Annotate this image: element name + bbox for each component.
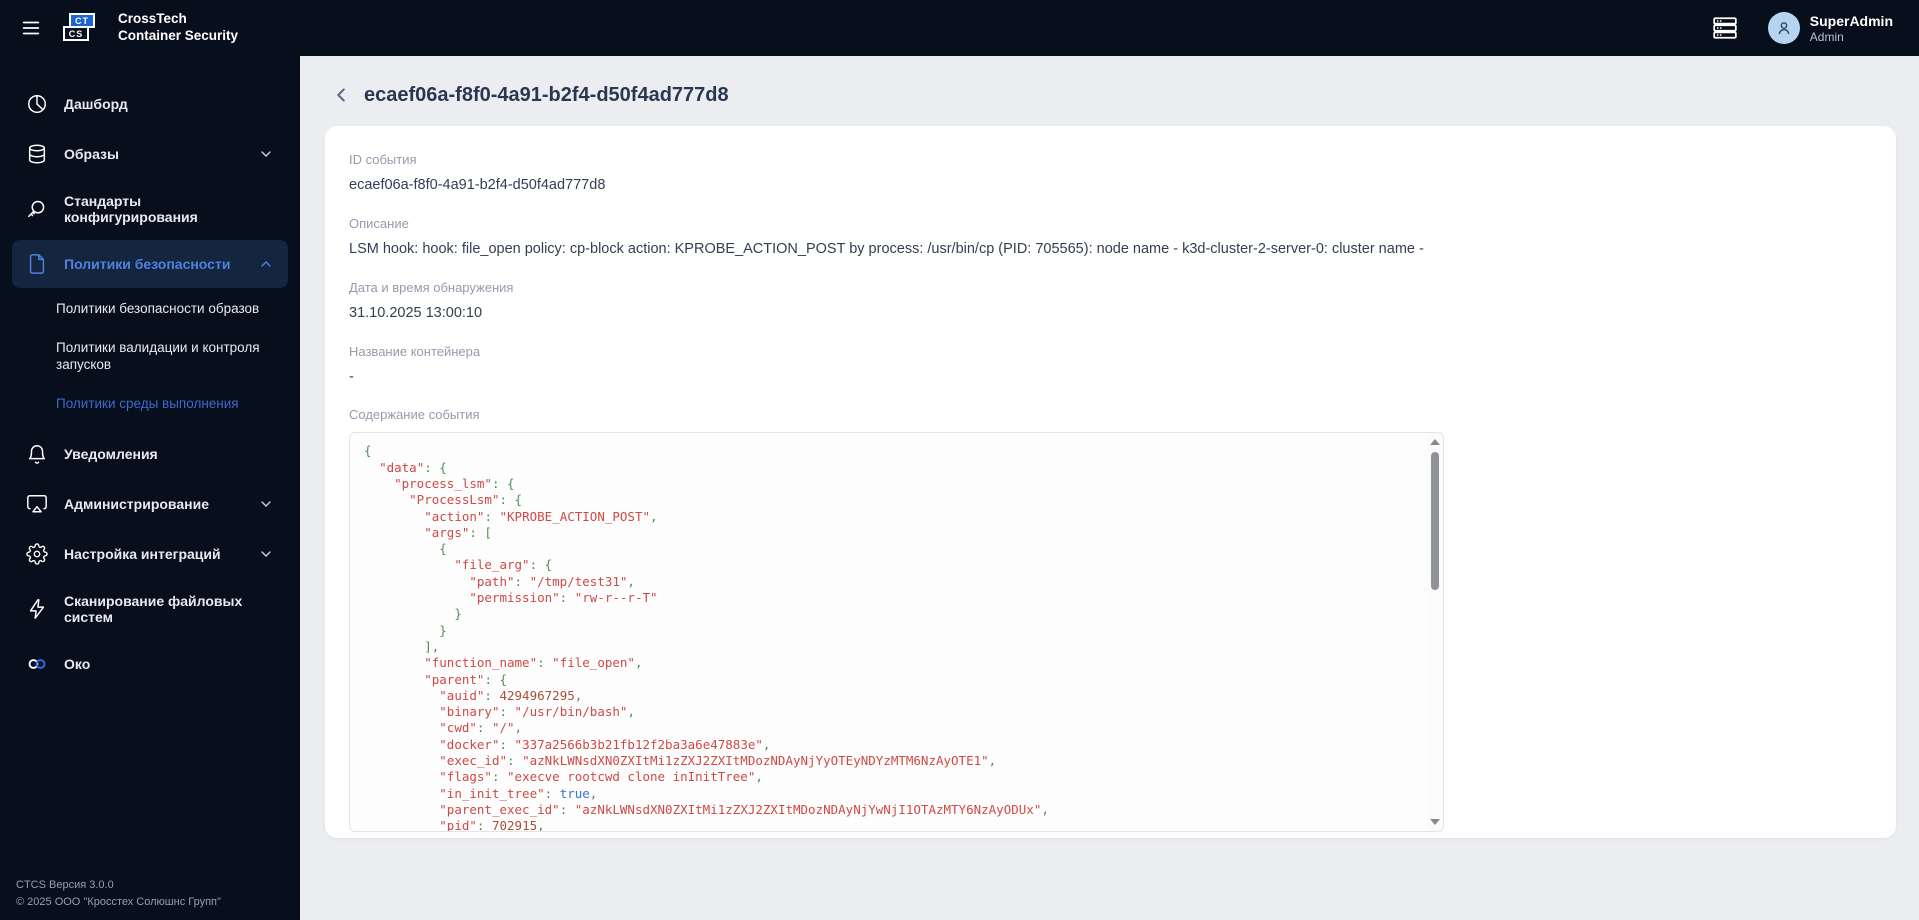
sidebar-item-security-policies[interactable]: Политики безопасности — [12, 240, 288, 288]
field-event-id: ID события ecaef06a-f8f0-4a91-b2f4-d50f4… — [349, 152, 1872, 195]
field-label: Содержание события — [349, 407, 480, 423]
sidebar-subitem-runtime-policies[interactable]: Политики среды выполнения — [0, 385, 290, 424]
sidebar-item-label: Стандарты конфигурирования — [64, 193, 198, 225]
sidebar-item-label: Око — [64, 655, 91, 672]
sidebar-item-label: Образы — [64, 146, 119, 162]
version-text: CTCS Версия 3.0.0 — [16, 879, 114, 891]
copyright-text: © 2025 ООО "Кросстех Солюшнс Групп" — [16, 895, 221, 908]
page-head: ecaef06a-f8f0-4a91-b2f4-d50f4ad777d8 — [328, 82, 1919, 108]
sidebar-item-label: Настройка интеграций — [64, 545, 221, 562]
event-details-card: ID события ecaef06a-f8f0-4a91-b2f4-d50f4… — [325, 126, 1896, 838]
document-icon — [26, 253, 48, 275]
sidebar-item-label: Политики безопасности — [64, 256, 231, 272]
database-icon — [26, 143, 48, 165]
user-menu[interactable]: SuperAdmin Admin — [1767, 11, 1893, 45]
sidebar: Дашборд Образы Стандарты конфигурировани… — [0, 56, 300, 920]
person-icon — [1778, 22, 1790, 35]
topbar-left: CT CS CrossTech Container Security — [0, 11, 238, 45]
lightning-bolt-icon — [26, 598, 48, 620]
sidebar-item-label: Дашборд — [64, 96, 128, 112]
field-label: Дата и время обнаружения — [349, 279, 514, 295]
pie-chart-icon — [26, 93, 48, 115]
sidebar-footer: CTCS Версия 3.0.0 © 2025 ООО "Кросстех С… — [16, 877, 221, 910]
topbar: CT CS CrossTech Container Security Super… — [0, 0, 1919, 56]
field-value: 31.10.2025 13:00:10 — [349, 304, 483, 321]
field-label: Описание — [349, 215, 409, 231]
logo-bottom-block: CS — [63, 26, 89, 41]
field-event-content: Содержание события { "data": { "process_… — [349, 407, 1872, 833]
sidebar-nav: Дашборд Образы Стандарты конфигурировани… — [0, 56, 300, 688]
sidebar-item-filesystem-scan[interactable]: Сканирование файловых систем — [12, 580, 288, 638]
gear-icon — [26, 542, 48, 565]
brand-line1: CrossTech — [118, 11, 187, 27]
field-description: Описание LSM hook: hook: file_open polic… — [349, 216, 1872, 259]
hamburger-icon — [22, 21, 40, 35]
scroll-down-arrow[interactable] — [1429, 819, 1440, 826]
user-role: Admin — [1809, 29, 1844, 44]
chevron-down-icon — [258, 146, 274, 162]
brand-line2: Container Security — [118, 28, 239, 43]
chevron-down-icon — [258, 496, 274, 512]
sidebar-item-images[interactable]: Образы — [12, 130, 288, 178]
display-icon — [26, 493, 48, 515]
field-value: LSM hook: hook: file_open policy: cp-blo… — [349, 240, 1424, 257]
sidebar-item-label: Сканирование файловых систем — [64, 592, 243, 625]
sidebar-item-administration[interactable]: Администрирование — [12, 480, 288, 528]
field-label: ID события — [349, 152, 417, 167]
topbar-right: SuperAdmin Admin — [1708, 11, 1919, 45]
brand-logo: CT CS — [60, 11, 104, 45]
hamburger-menu-button[interactable] — [16, 13, 46, 43]
sidebar-item-integrations[interactable]: Настройка интеграций — [12, 530, 288, 578]
chevron-up-icon — [258, 256, 274, 272]
event-json: { "data": { "process_lsm": { "ProcessLsm… — [364, 443, 1049, 833]
json-scrollbar[interactable] — [1427, 434, 1442, 831]
field-detected-at: Дата и время обнаружения 31.10.2025 13:0… — [349, 280, 1872, 323]
bell-icon — [26, 443, 48, 465]
user-name: SuperAdmin — [1809, 12, 1893, 29]
chevron-down-icon — [258, 546, 274, 562]
sidebar-item-oko[interactable]: Око — [12, 640, 288, 688]
server-rack-icon — [1713, 17, 1737, 39]
page-title: ecaef06a-f8f0-4a91-b2f4-d50f4ad777d8 — [364, 83, 729, 106]
field-value: ecaef06a-f8f0-4a91-b2f4-d50f4ad777d8 — [349, 177, 606, 193]
scroll-up-arrow[interactable] — [1429, 439, 1440, 446]
sidebar-item-label: Администрирование — [64, 495, 209, 512]
sidebar-item-notifications[interactable]: Уведомления — [12, 430, 288, 478]
field-value: - — [349, 368, 354, 385]
sidebar-subitem-validation-policies[interactable]: Политики валидации и контроля запусков — [0, 329, 290, 385]
user-info: SuperAdmin Admin — [1810, 12, 1893, 45]
avatar — [1767, 11, 1800, 44]
sidebar-item-label: Уведомления — [64, 445, 158, 462]
field-container-name: Название контейнера - — [349, 344, 1872, 387]
security-policies-submenu: Политики безопасности образов Политики в… — [0, 290, 300, 424]
main-content: ecaef06a-f8f0-4a91-b2f4-d50f4ad777d8 ID … — [300, 0, 1919, 920]
sidebar-subitem-image-policies[interactable]: Политики безопасности образов — [0, 290, 290, 329]
magnifier-icon — [26, 198, 48, 220]
field-label: Название контейнера — [349, 343, 481, 359]
event-json-viewer[interactable]: { "data": { "process_lsm": { "ProcessLsm… — [349, 432, 1444, 833]
oko-infinity-icon — [26, 653, 48, 675]
scrollbar-thumb[interactable] — [1430, 452, 1439, 591]
sidebar-item-dashboard[interactable]: Дашборд — [12, 80, 288, 128]
server-rack-button[interactable] — [1708, 13, 1742, 43]
brand-name: CrossTech Container Security — [118, 11, 238, 45]
sidebar-item-config-standards[interactable]: Стандарты конфигурирования — [12, 180, 288, 238]
chevron-left-icon — [337, 88, 345, 102]
back-button[interactable] — [328, 82, 354, 108]
